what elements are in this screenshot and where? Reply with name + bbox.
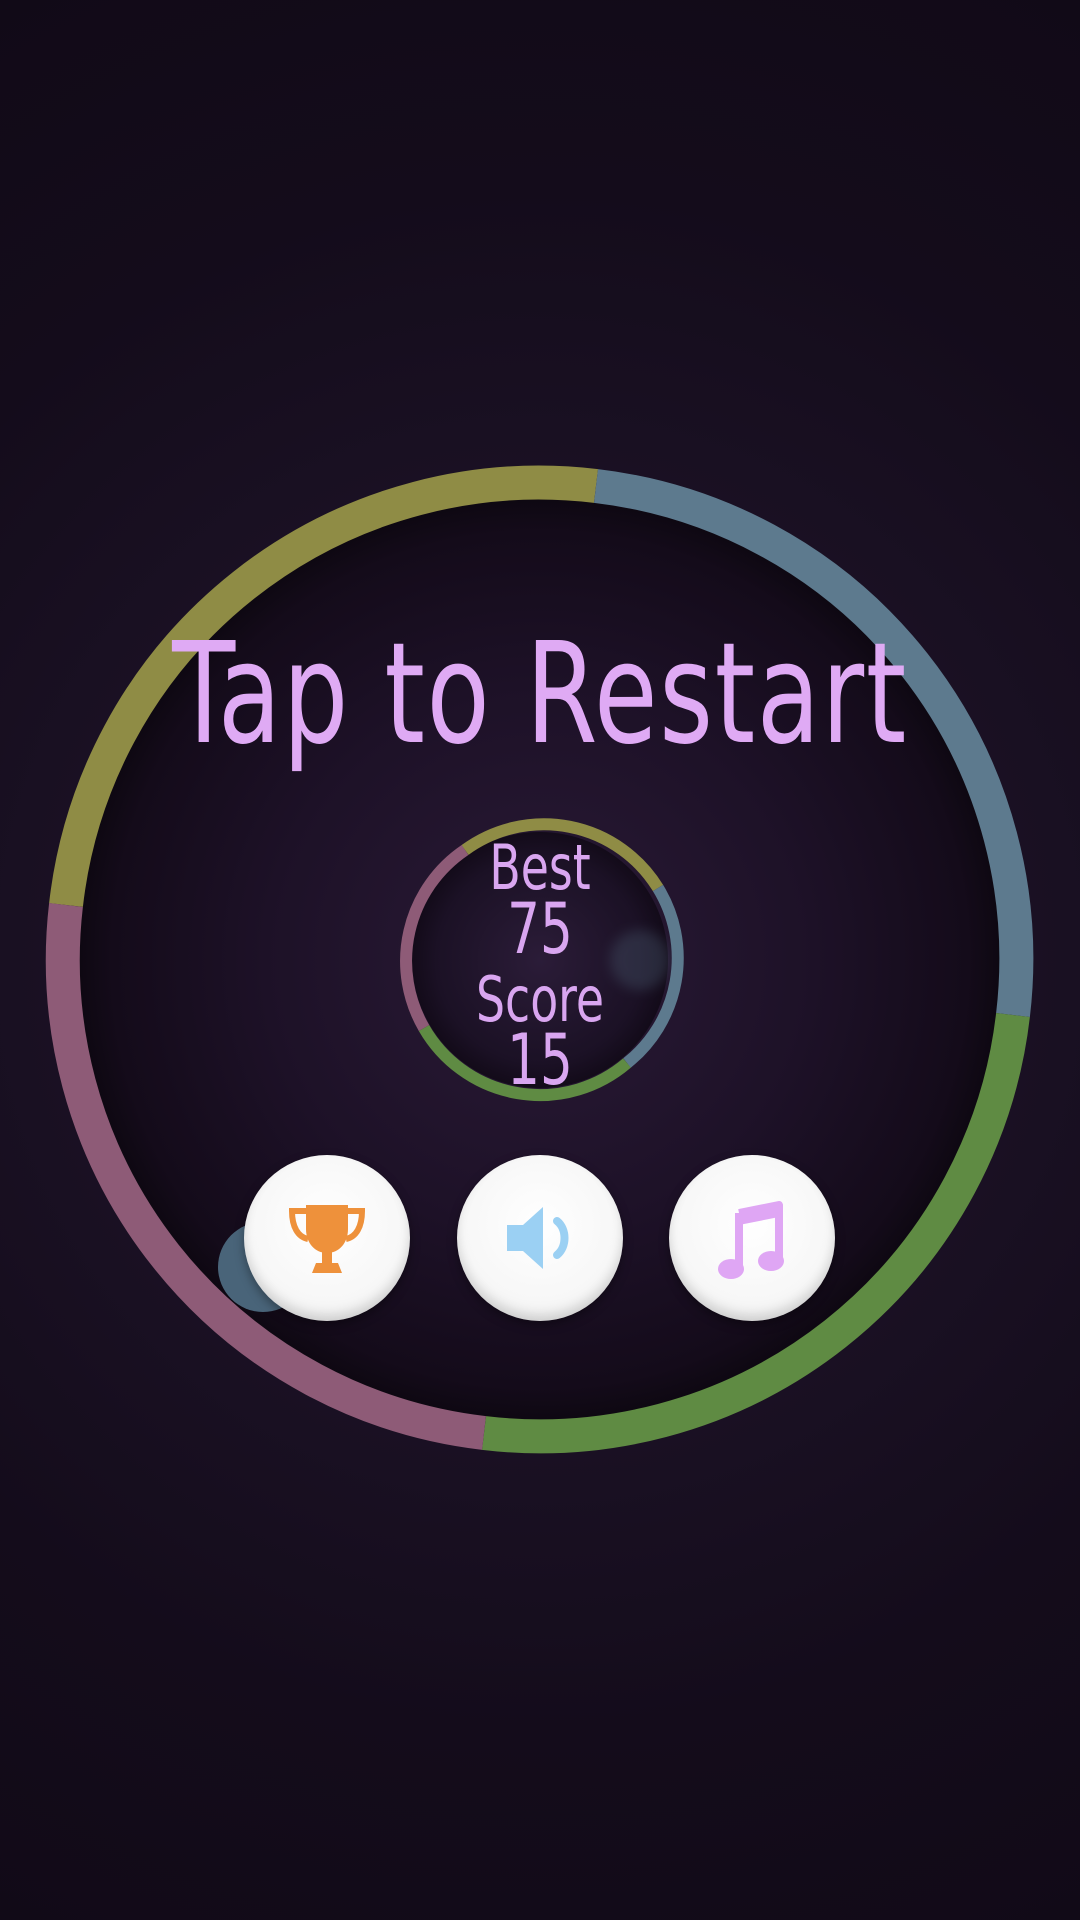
tap-to-restart-title[interactable]: Tap to Restart xyxy=(97,620,983,770)
leaderboard-button[interactable] xyxy=(244,1155,410,1321)
sound-toggle-button[interactable] xyxy=(457,1155,623,1321)
trophy-icon xyxy=(288,1205,366,1273)
music-note-icon xyxy=(718,1201,784,1279)
music-toggle-button[interactable] xyxy=(669,1155,835,1321)
best-value: 75 xyxy=(507,888,573,970)
speaker-icon xyxy=(507,1207,569,1269)
score-value: 15 xyxy=(507,1019,573,1101)
